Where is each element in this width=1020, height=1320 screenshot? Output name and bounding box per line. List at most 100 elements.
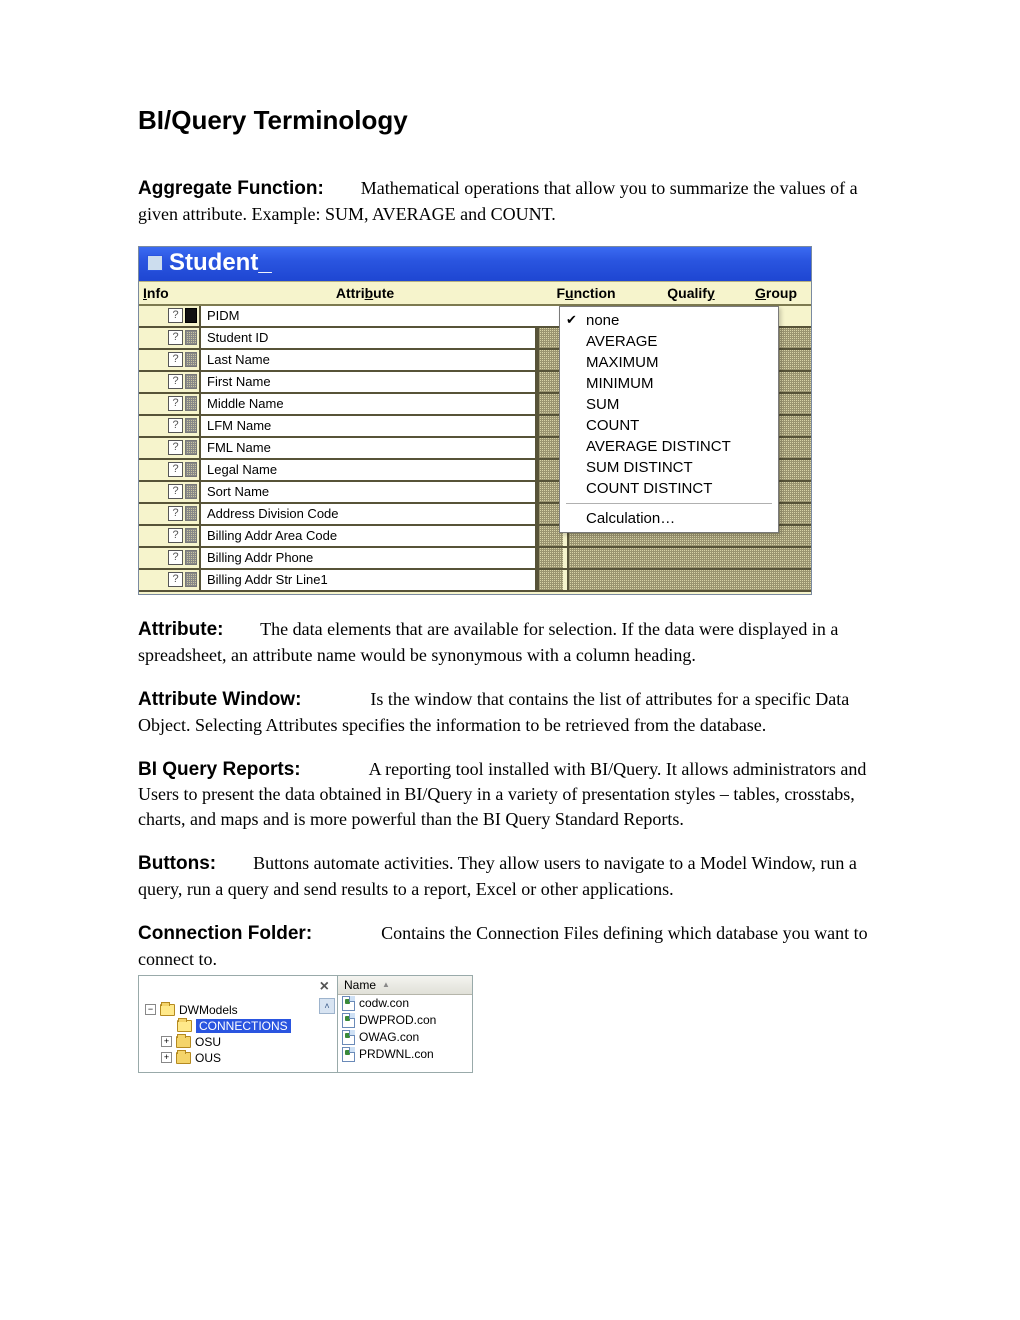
- row-grip-icon[interactable]: [185, 484, 197, 499]
- info-icon[interactable]: ?: [168, 352, 183, 367]
- info-icon[interactable]: ?: [168, 418, 183, 433]
- tree-node[interactable]: + OUS: [145, 1050, 333, 1066]
- expand-icon[interactable]: +: [161, 1052, 172, 1063]
- row-grip-icon[interactable]: [185, 550, 197, 565]
- info-icon[interactable]: ?: [168, 572, 183, 587]
- function-menu-item[interactable]: COUNT: [560, 415, 778, 436]
- attribute-cell[interactable]: Billing Addr Area Code: [199, 526, 537, 546]
- function-menu-item[interactable]: MINIMUM: [560, 373, 778, 394]
- folder-tree-pane[interactable]: × ˄ − DWModels CONNECTIONS + OSU + OUS: [138, 975, 338, 1073]
- row-grip-icon[interactable]: [185, 572, 197, 587]
- function-menu-item[interactable]: COUNT DISTINCT: [560, 478, 778, 499]
- function-menu-item[interactable]: none: [560, 310, 778, 331]
- folder-icon: [160, 1004, 175, 1016]
- connection-folder-explorer: × ˄ − DWModels CONNECTIONS + OSU + OUS: [138, 975, 473, 1073]
- file-list-pane[interactable]: Name ▲ codw.con DWPROD.con OWAG.con PRDW…: [338, 975, 473, 1073]
- row-grip-icon[interactable]: [185, 462, 197, 477]
- file-list-item[interactable]: DWPROD.con: [338, 1012, 472, 1029]
- attribute-cell[interactable]: Student ID: [199, 328, 537, 348]
- tree-node[interactable]: + OSU: [145, 1034, 333, 1050]
- file-list-header-label: Name: [344, 978, 376, 992]
- file-list-item[interactable]: codw.con: [338, 995, 472, 1012]
- attribute-row[interactable]: ? Billing Addr Phone: [139, 548, 811, 570]
- term-attribute-window: Attribute Window: Is the window that con…: [138, 687, 880, 737]
- attribute-row[interactable]: ? Billing Addr Str Line1: [139, 570, 811, 592]
- row-grip-icon[interactable]: [185, 374, 197, 389]
- attribute-cell[interactable]: PIDM: [199, 306, 563, 326]
- attribute-cell[interactable]: Middle Name: [199, 394, 537, 414]
- student-window-body: ? PIDM ? Student ID ? Last Name ?: [139, 306, 811, 594]
- window-icon: [147, 255, 163, 271]
- row-grip-icon[interactable]: [185, 330, 197, 345]
- attribute-cell[interactable]: Sort Name: [199, 482, 537, 502]
- file-name: DWPROD.con: [359, 1013, 436, 1027]
- info-icon[interactable]: ?: [168, 550, 183, 565]
- file-list-item[interactable]: PRDWNL.con: [338, 1046, 472, 1063]
- function-menu-item[interactable]: MAXIMUM: [560, 352, 778, 373]
- row-grip-icon[interactable]: [185, 528, 197, 543]
- term-attribute-text: The data elements that are available for…: [138, 619, 838, 665]
- row-grip-icon[interactable]: [185, 352, 197, 367]
- file-icon: [342, 996, 355, 1011]
- term-aggregate-label: Aggregate Function:: [138, 178, 324, 199]
- student-attribute-window: Student_ Info Attribute Function Qualify…: [138, 246, 812, 595]
- attribute-cell[interactable]: Address Division Code: [199, 504, 537, 524]
- header-group: roup: [766, 285, 797, 301]
- attribute-cell[interactable]: Billing Addr Str Line1: [199, 570, 537, 590]
- header-function: nction: [574, 285, 616, 301]
- attribute-cell[interactable]: Last Name: [199, 350, 537, 370]
- tree-node[interactable]: CONNECTIONS: [145, 1018, 333, 1034]
- row-grip-icon[interactable]: [185, 418, 197, 433]
- info-icon[interactable]: ?: [168, 396, 183, 411]
- folder-icon: [177, 1020, 192, 1032]
- row-grip-icon[interactable]: [185, 440, 197, 455]
- term-buttons-label: Buttons:: [138, 853, 216, 874]
- function-menu-item[interactable]: SUM DISTINCT: [560, 457, 778, 478]
- file-list-item[interactable]: OWAG.con: [338, 1029, 472, 1046]
- row-grip-icon[interactable]: [185, 308, 197, 323]
- row-grip-icon[interactable]: [185, 396, 197, 411]
- tree-node[interactable]: − DWModels: [145, 1002, 333, 1018]
- expand-icon[interactable]: +: [161, 1036, 172, 1047]
- term-buttons-text: Buttons automate activities. They allow …: [138, 853, 857, 899]
- function-dropdown-menu[interactable]: none AVERAGE MAXIMUM MINIMUM SUM COUNT A…: [559, 306, 779, 533]
- attribute-cell[interactable]: FML Name: [199, 438, 537, 458]
- term-connection-folder-label: Connection Folder:: [138, 923, 312, 944]
- file-icon: [342, 1030, 355, 1045]
- header-attribute: ute: [373, 285, 394, 301]
- info-icon[interactable]: ?: [168, 374, 183, 389]
- attribute-cell[interactable]: Legal Name: [199, 460, 537, 480]
- file-icon: [342, 1047, 355, 1062]
- info-icon[interactable]: ?: [168, 506, 183, 521]
- attribute-cell[interactable]: First Name: [199, 372, 537, 392]
- function-menu-item-calculation[interactable]: Calculation…: [560, 508, 778, 529]
- attribute-cell[interactable]: LFM Name: [199, 416, 537, 436]
- info-icon[interactable]: ?: [168, 308, 183, 323]
- file-icon: [342, 1013, 355, 1028]
- info-icon[interactable]: ?: [168, 484, 183, 499]
- term-buttons: Buttons: Buttons automate activities. Th…: [138, 851, 880, 901]
- scroll-up-button[interactable]: ˄: [319, 998, 335, 1014]
- function-menu-item[interactable]: SUM: [560, 394, 778, 415]
- info-icon[interactable]: ?: [168, 462, 183, 477]
- term-connection-folder: Connection Folder: Contains the Connecti…: [138, 921, 880, 971]
- collapse-icon[interactable]: −: [145, 1004, 156, 1015]
- term-aggregate: Aggregate Function: Mathematical operati…: [138, 176, 880, 226]
- function-menu-item[interactable]: AVERAGE: [560, 331, 778, 352]
- tree-node-label: DWModels: [179, 1003, 238, 1017]
- info-icon[interactable]: ?: [168, 330, 183, 345]
- file-name: codw.con: [359, 996, 409, 1010]
- attribute-cell[interactable]: Billing Addr Phone: [199, 548, 537, 568]
- close-icon[interactable]: ×: [316, 978, 333, 996]
- info-icon[interactable]: ?: [168, 440, 183, 455]
- file-list-header[interactable]: Name ▲: [338, 976, 472, 995]
- header-info: nfo: [147, 285, 169, 301]
- tree-node-label: OUS: [195, 1051, 221, 1065]
- student-window-titlebar[interactable]: Student_: [139, 247, 811, 281]
- student-window-header: Info Attribute Function Qualify Group: [139, 281, 811, 306]
- function-menu-item[interactable]: AVERAGE DISTINCT: [560, 436, 778, 457]
- row-grip-icon[interactable]: [185, 506, 197, 521]
- folder-icon: [176, 1052, 191, 1064]
- page-title: BI/Query Terminology: [138, 105, 880, 136]
- info-icon[interactable]: ?: [168, 528, 183, 543]
